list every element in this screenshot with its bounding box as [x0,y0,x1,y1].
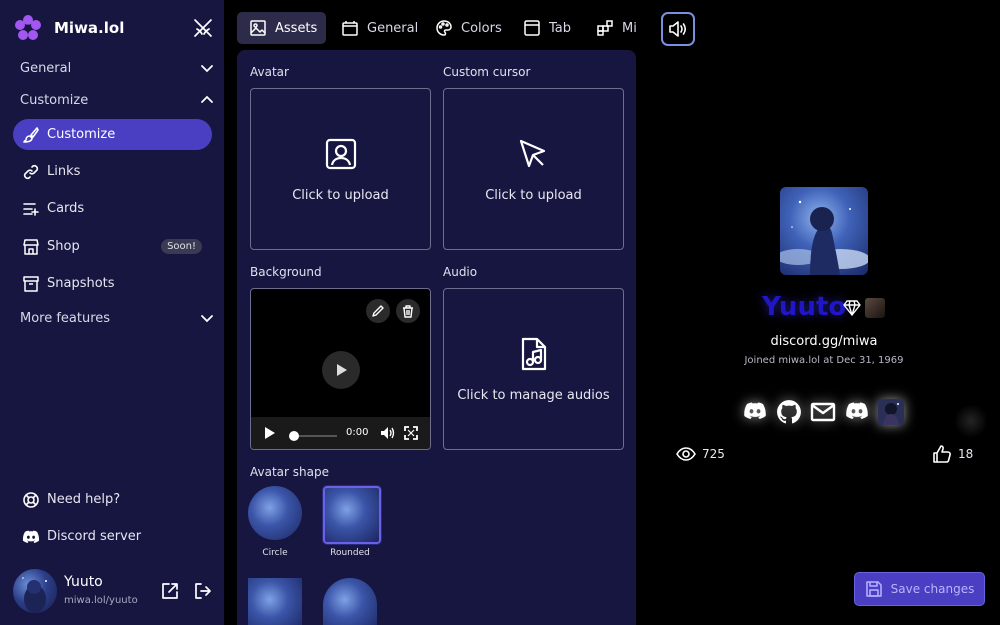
social-links [741,398,911,426]
avatar-shape-label: Avatar shape [250,465,329,479]
tab-tab[interactable]: Tab [511,12,583,44]
avatar[interactable] [13,569,57,613]
save-icon [865,580,883,598]
mail-icon[interactable] [809,398,837,426]
lifebuoy-icon [22,491,40,509]
flower-logo-icon [14,14,42,42]
music-file-icon [516,336,552,372]
settings-tabs: Assets General Colors Tab Misc [237,12,637,44]
profile-joined: Joined miwa.lol at Dec 31, 1969 [744,355,904,366]
background-video[interactable]: 0:00 [250,288,431,450]
user-square-icon [323,136,359,172]
user-card: Yuuto miwa.lol/yuuto [13,568,217,614]
play-small-icon[interactable] [264,426,276,440]
swords-icon[interactable] [192,17,214,39]
profile-description: discord.gg/miwa [770,334,878,349]
profile-badges [843,298,885,318]
badge-avatar [865,298,885,318]
views-stat: 725 [676,444,725,464]
custom-link-avatar-icon[interactable] [877,398,905,426]
tab-icon [523,19,541,37]
logout-icon[interactable] [193,581,213,601]
sidebar-item-customize[interactable]: Customize [13,119,212,150]
palette-icon [435,19,453,37]
shop-icon [22,238,40,256]
video-controls: 0:00 [251,417,430,449]
external-link-icon[interactable] [160,581,180,601]
shape-circle[interactable]: Circle [248,486,302,558]
chevron-down-icon [200,61,214,75]
seek-bar[interactable] [289,427,339,441]
audio-toggle-button[interactable] [661,12,695,46]
tab-assets[interactable]: Assets [237,12,326,44]
audio-manage[interactable]: Click to manage audios [443,288,624,450]
tab-general[interactable]: General [329,12,430,44]
brush-icon [22,126,40,144]
section-more-features[interactable]: More features [20,307,214,329]
shape-option-3[interactable] [248,578,302,625]
volume-icon[interactable] [380,426,395,440]
save-changes-button[interactable]: Save changes [854,572,985,606]
section-customize[interactable]: Customize [20,89,214,111]
play-icon[interactable] [322,351,360,389]
video-time: 0:00 [346,427,369,438]
likes-stat[interactable]: 18 [932,444,973,464]
thumbs-up-icon [932,444,952,464]
cards-icon [22,200,40,218]
trash-icon[interactable] [396,299,420,323]
glow-decoration [954,404,988,438]
soon-badge: Soon! [161,239,202,254]
shape-square-preview [248,578,302,625]
section-general[interactable]: General [20,57,214,79]
assets-panel: Avatar Custom cursor Click to upload Cli… [237,50,636,625]
sidebar-item-discord[interactable]: Discord server [13,521,212,552]
shape-rounded-preview [322,485,382,545]
sidebar-item-snapshots[interactable]: Snapshots [13,268,212,299]
github-icon[interactable] [775,398,803,426]
sidebar: Miwa.lol General Customize Customize Lin… [0,0,224,625]
pencil-icon[interactable] [366,299,390,323]
user-handle: miwa.lol/yuuto [64,595,138,606]
brand[interactable]: Miwa.lol [14,13,124,43]
sidebar-item-links[interactable]: Links [13,156,212,187]
speaker-icon [668,20,688,38]
diamond-icon [843,300,861,316]
shape-arch-preview [323,578,377,625]
sidebar-item-cards[interactable]: Cards [13,193,212,224]
user-name: Yuuto [64,574,103,590]
eye-icon [676,444,696,464]
shape-option-4[interactable] [323,578,377,625]
discord-icon [22,528,40,546]
cursor-label: Custom cursor [443,65,531,79]
chevron-down-icon [200,311,214,325]
avatar-label: Avatar [250,65,289,79]
blocks-icon [596,19,614,37]
image-icon [249,19,267,37]
archive-icon [22,275,40,293]
window-icon [341,19,359,37]
chevron-up-icon [200,93,214,107]
profile-picture [780,187,868,275]
discord-icon[interactable] [741,398,769,426]
sidebar-item-shop[interactable]: Shop Soon! [13,231,212,262]
cursor-upload[interactable]: Click to upload [443,88,624,250]
link-icon [22,163,40,181]
brand-name: Miwa.lol [54,19,125,37]
profile-name: Yuuto [762,292,847,322]
profile-preview: Yuuto discord.gg/miwa Joined miwa.lol at… [648,0,1000,625]
background-label: Background [250,265,322,279]
discord-icon[interactable] [843,398,871,426]
tab-colors[interactable]: Colors [423,12,514,44]
shape-circle-preview [248,486,302,540]
cursor-icon [516,136,552,172]
fullscreen-icon[interactable] [404,426,418,440]
tab-misc[interactable]: Misc [584,12,637,44]
sidebar-item-help[interactable]: Need help? [13,484,212,515]
avatar-upload[interactable]: Click to upload [250,88,431,250]
shape-rounded[interactable]: Rounded [322,485,382,558]
audio-label: Audio [443,265,478,279]
